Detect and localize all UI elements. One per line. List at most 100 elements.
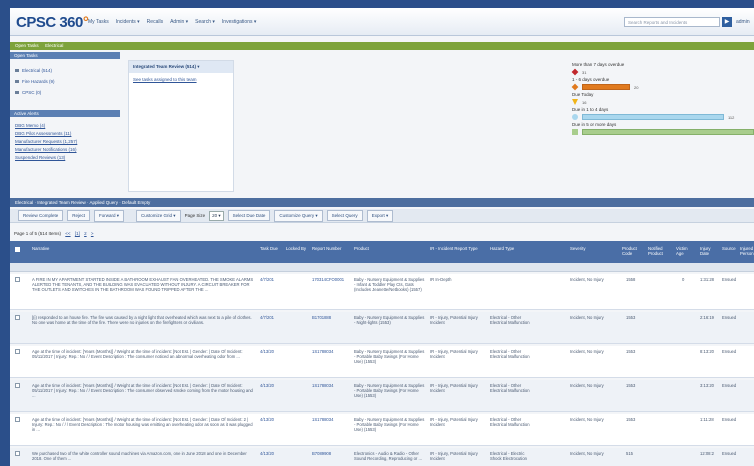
alert-suspended-reviews[interactable]: Suspended Reviews (13) — [10, 153, 120, 161]
task-due-cell[interactable]: 4/13/20 — [260, 349, 284, 354]
row-checkbox[interactable] — [15, 417, 20, 422]
report-number-cell[interactable]: B7089908 — [312, 451, 350, 456]
customize-query-button[interactable]: Customize Query ▾ — [274, 209, 323, 222]
overdue-1-6-row[interactable]: 20 — [571, 83, 754, 91]
source-cell: Ensued — [722, 383, 737, 388]
select-query-button[interactable]: Select Query — [326, 210, 363, 221]
cpsc-logo[interactable]: CPSC 360° — [16, 14, 89, 31]
col-ir-type[interactable]: IR - Incident Report Type — [430, 246, 478, 251]
task-due-cell[interactable]: 4/13/20 — [260, 417, 284, 422]
severity-cell: Incident, No Injury — [570, 383, 604, 388]
table-row[interactable]: Age at the time of incident: [Years (Mon… — [10, 414, 754, 446]
nav-incidents[interactable]: Incidents ▾ — [116, 19, 140, 25]
grid-filter-row[interactable] — [10, 263, 754, 272]
pager-page-1[interactable]: [1] — [75, 231, 80, 236]
col-narrative[interactable]: Narrative — [32, 246, 49, 251]
task-due-cell[interactable]: 4/7/201 — [260, 277, 284, 282]
col-locked-by[interactable]: Locked By — [286, 246, 308, 251]
tab-open-tasks[interactable]: Open Tasks — [15, 43, 39, 48]
table-row[interactable]: [(i) responded to an house fire. The fir… — [10, 312, 754, 344]
due-5-plus-row[interactable] — [572, 129, 754, 135]
col-injury-date[interactable]: Injury Date — [700, 246, 718, 256]
pager-next[interactable]: > — [91, 231, 94, 236]
task-cpsc[interactable]: CPSC (0) — [10, 87, 120, 98]
col-source[interactable]: Source — [722, 246, 738, 251]
alert-manufacturer-requests[interactable]: Manufacturer Requests (1,257) — [10, 137, 120, 145]
product-cell: Baby - Nursery Equipment & Supplies - Po… — [354, 417, 425, 433]
col-task-due[interactable]: Task Due — [260, 246, 282, 251]
table-row[interactable]: A FIRE IN MY APARTMENT STARTED INSIDE A … — [10, 274, 754, 310]
nav-recalls[interactable]: Recalls — [147, 19, 163, 25]
nav-my-tasks[interactable]: My Tasks — [88, 19, 109, 25]
alert-dbg-pilot[interactable]: DBG Pilot Assessments (11) — [10, 129, 120, 137]
col-product[interactable]: Product — [354, 246, 369, 251]
team-tasks-link[interactable]: See tasks assigned to this team — [129, 73, 233, 86]
product-cell: Baby - Nursery Equipment & Supplies - Po… — [354, 349, 425, 365]
page-size-label: Page Size — [184, 213, 206, 218]
due-today-row[interactable]: 16 — [572, 99, 754, 105]
row-checkbox[interactable] — [15, 277, 20, 282]
task-due-cell[interactable]: 4/7/201 — [260, 315, 284, 320]
task-fire-hazards[interactable]: Fire Hazards (9) — [10, 76, 120, 87]
select-due-date-button[interactable]: Select Due Date — [227, 210, 271, 221]
table-row[interactable]: Age at the time of incident: [Years (Mon… — [10, 346, 754, 378]
forward-button[interactable]: Forward ▾ — [94, 209, 125, 222]
nav-search[interactable]: Search ▾ — [195, 19, 215, 25]
overdue-7-row[interactable]: 31 — [571, 68, 754, 76]
review-complete-button[interactable]: Review Complete — [18, 210, 64, 221]
report-number-cell[interactable]: 170314CFO0001 — [312, 277, 350, 282]
col-hazard-type[interactable]: Hazard Type — [490, 246, 530, 251]
diamond-icon — [571, 68, 579, 76]
table-row[interactable]: We purchased two of the white controller… — [10, 448, 754, 466]
report-number-cell[interactable]: B1701888 — [312, 315, 350, 320]
overdue-1-6-value: 20 — [634, 85, 639, 90]
row-checkbox[interactable] — [15, 315, 20, 320]
square-icon — [572, 129, 578, 135]
narrative-cell: Age at the time of incident: [Years (Mon… — [32, 383, 253, 399]
nav-investigations[interactable]: Investigations ▾ — [222, 19, 256, 25]
logo-text: CPSC 360 — [16, 14, 83, 31]
row-checkbox[interactable] — [15, 349, 20, 354]
tab-electrical[interactable]: Electrical — [45, 43, 63, 48]
select-all-checkbox[interactable] — [15, 247, 20, 252]
col-notified-product[interactable]: Notified Product — [648, 246, 674, 256]
narrative-cell: A FIRE IN MY APARTMENT STARTED INSIDE A … — [32, 277, 254, 293]
search-button[interactable]: ▶ — [722, 17, 732, 27]
row-checkbox[interactable] — [15, 451, 20, 456]
export-button[interactable]: Export ▾ — [366, 209, 394, 222]
product-code-cell: 1558 — [626, 277, 636, 282]
col-victim-age[interactable]: Victim Age — [676, 246, 692, 256]
col-severity[interactable]: Severity — [570, 246, 586, 251]
user-link[interactable]: admin — [736, 19, 750, 25]
report-number-cell[interactable]: 1S1788034 — [312, 349, 350, 354]
customize-grid-button[interactable]: Customize Grid ▾ — [136, 209, 181, 222]
pager-first[interactable]: << — [65, 231, 70, 236]
col-injured-person[interactable]: Injured Person — [740, 246, 754, 256]
ir-type-cell: IR - Injury, Potential Injury Incident — [430, 417, 478, 428]
team-review-title[interactable]: Integrated Team Review (514) ▾ — [129, 61, 233, 73]
reject-button[interactable]: Reject — [67, 210, 91, 221]
alert-manufacturer-notifications[interactable]: Manufacturer Notifications (16) — [10, 145, 120, 153]
injury-date-cell: 1:31:28 — [700, 277, 714, 282]
task-due-cell[interactable]: 4/13/20 — [260, 383, 284, 388]
circle-icon — [572, 114, 578, 120]
search-input[interactable]: Search Reports and Incidents — [624, 17, 720, 27]
alert-dbg-memo[interactable]: DBG Memo (4) — [10, 121, 120, 129]
report-number-cell[interactable]: 1S1788034 — [312, 417, 350, 422]
page-size-select[interactable]: 20 ▾ — [209, 210, 224, 221]
product-cell: Electronics - Audio & Radio - Other Soun… — [354, 451, 422, 462]
hazard-type-cell: Electrical - Other Electrical Malfunctio… — [490, 315, 530, 326]
due-1-4-row[interactable]: 112 — [572, 114, 754, 120]
task-electrical[interactable]: Electrical (514) — [10, 65, 120, 76]
report-number-cell[interactable]: 1S1788034 — [312, 383, 350, 388]
grid-header: Narrative Task Due Locked By Report Numb… — [10, 241, 754, 263]
row-checkbox[interactable] — [15, 383, 20, 388]
injury-date-cell: 3:13:20 — [700, 383, 714, 388]
main-nav: My Tasks Incidents ▾ Recalls Admin ▾ Sea… — [88, 19, 256, 25]
task-due-cell[interactable]: 4/13/20 — [260, 451, 284, 456]
pager-page-2[interactable]: 2 — [84, 231, 87, 236]
col-product-code[interactable]: Product Code — [622, 246, 644, 256]
col-report-number[interactable]: Report Number — [312, 246, 348, 251]
table-row[interactable]: Age at the time of incident: [Years (Mon… — [10, 380, 754, 412]
nav-admin[interactable]: Admin ▾ — [170, 19, 188, 25]
